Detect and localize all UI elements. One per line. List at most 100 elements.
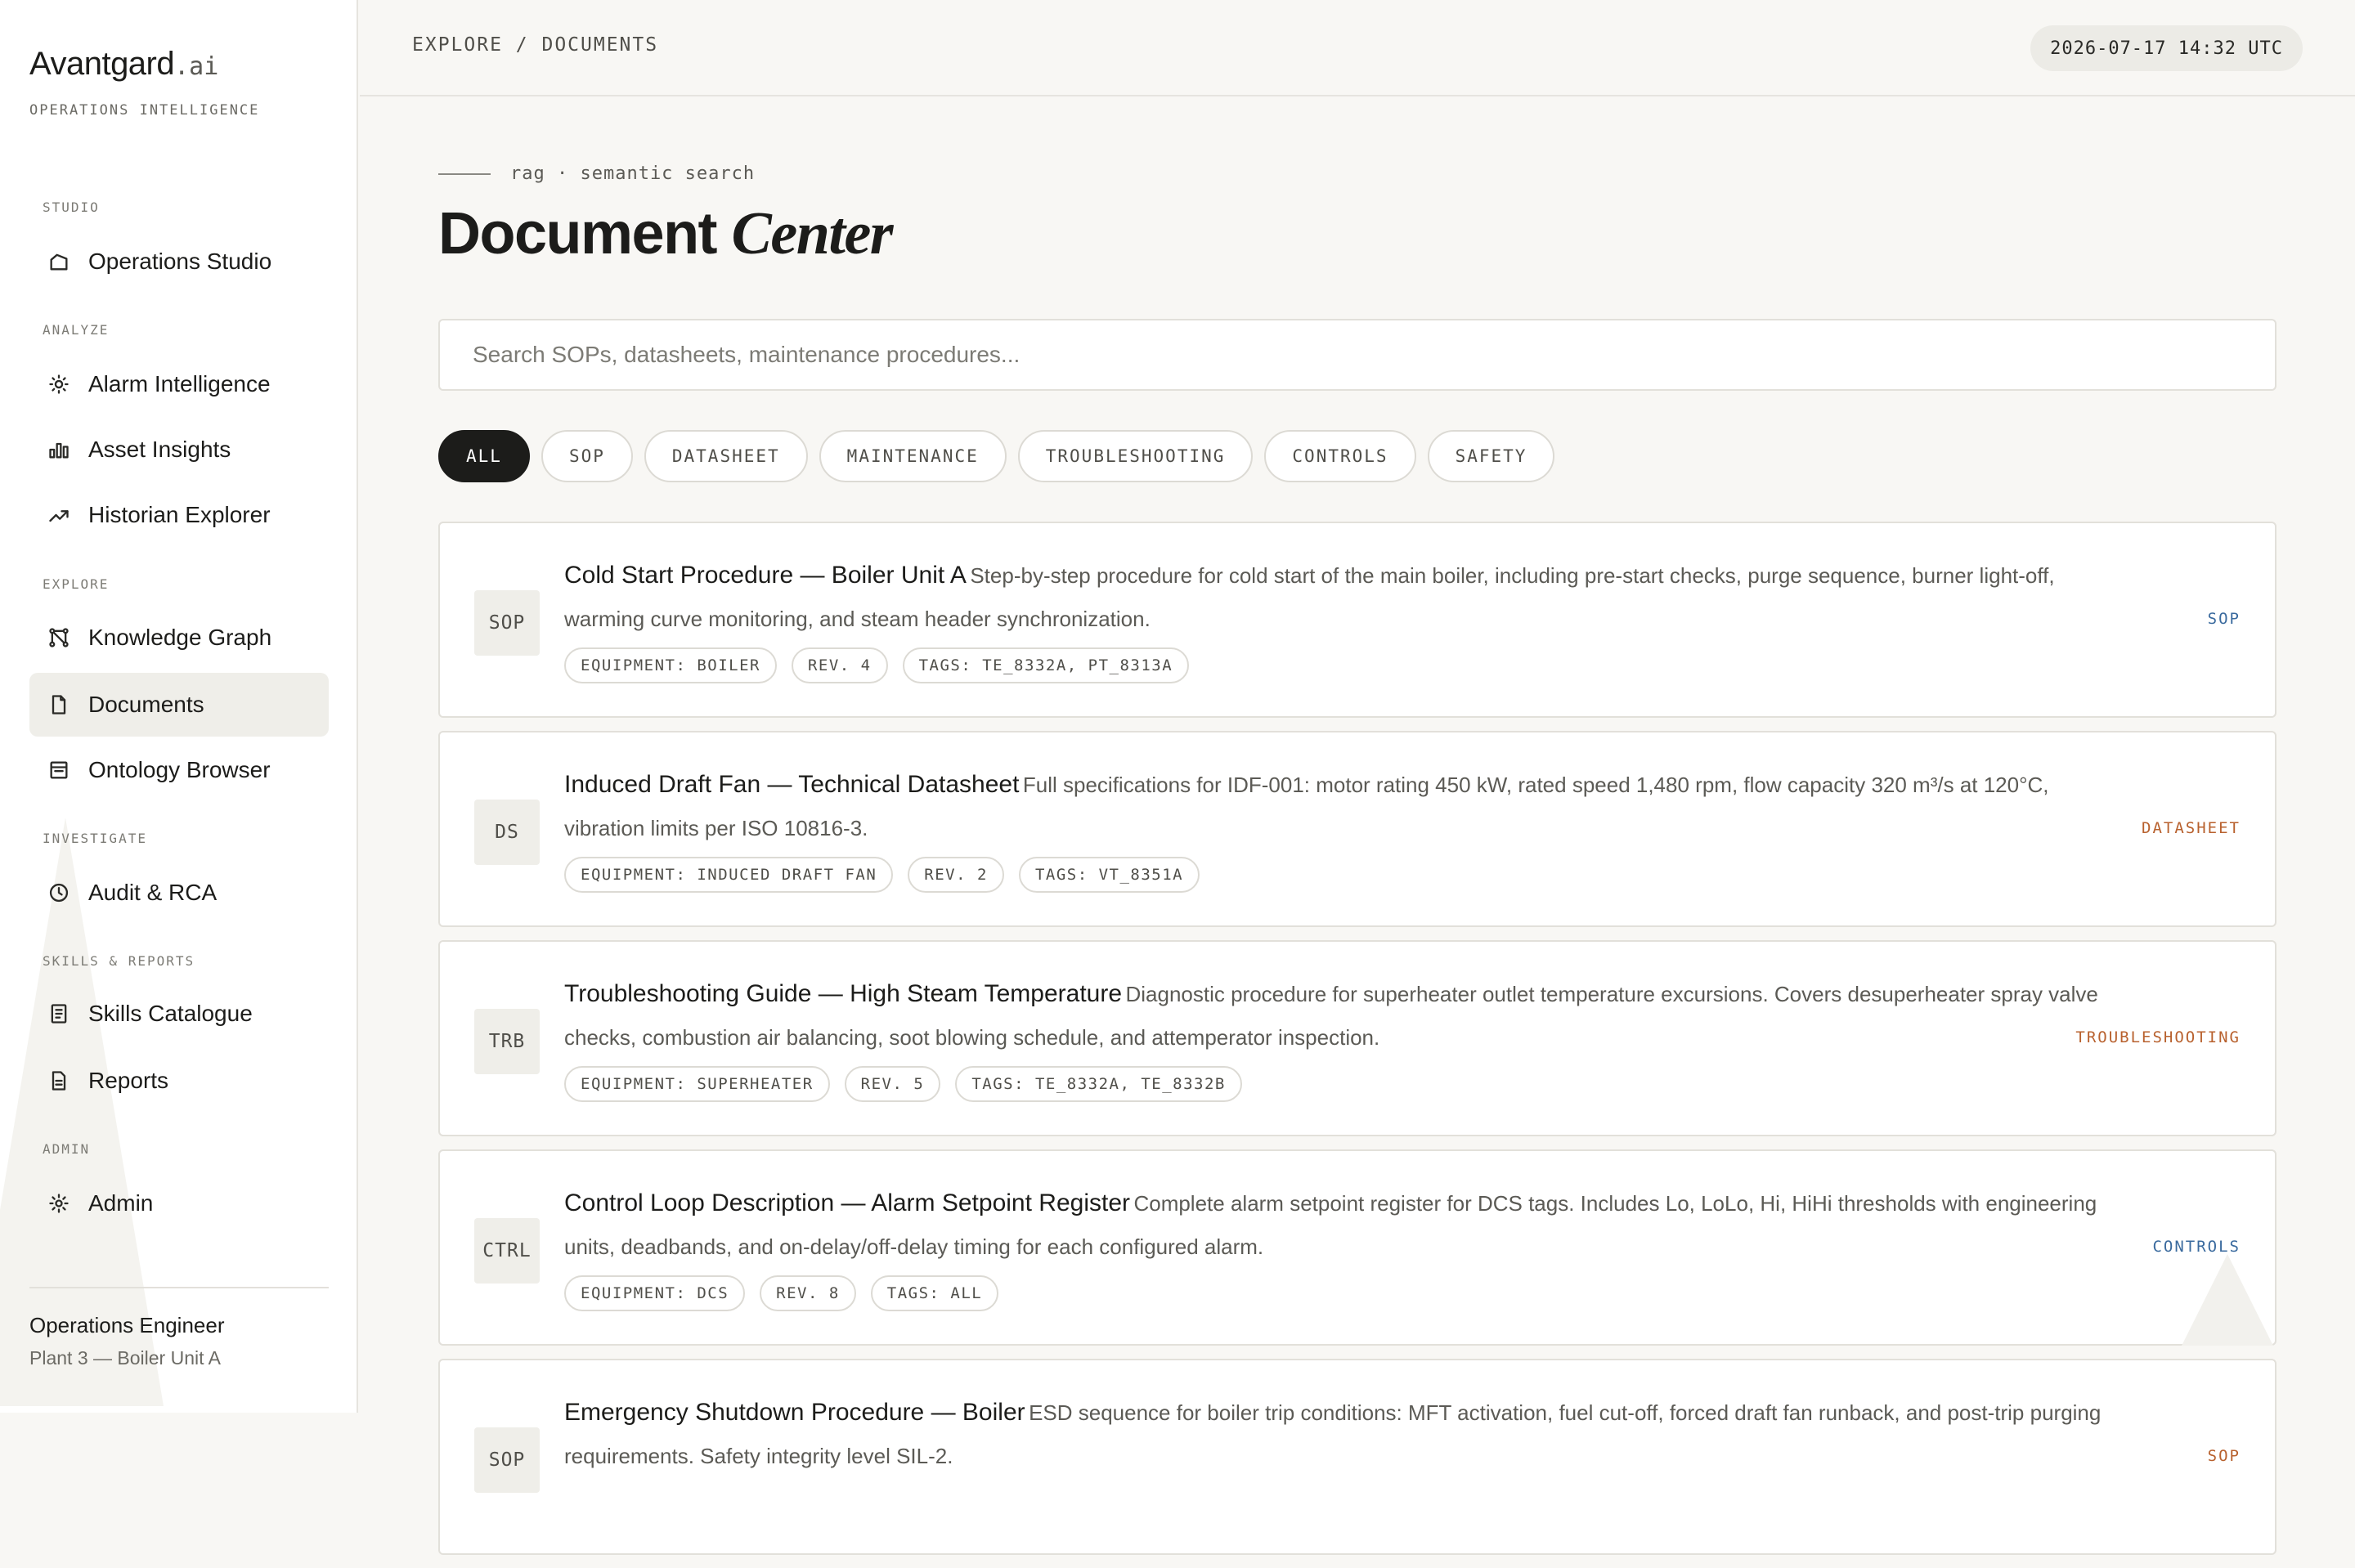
graph-nodes-icon [46, 625, 72, 651]
document-type-badge: SOP [474, 1427, 540, 1493]
sidebar-item-label: Operations Studio [88, 249, 272, 274]
revision-tag: REV. 8 [760, 1275, 856, 1311]
sidebar-item-label: Historian Explorer [88, 502, 271, 527]
filter-chip-all[interactable]: ALL [438, 430, 530, 482]
sidebar-item-label: Skills Catalogue [88, 1001, 253, 1026]
tags-tag: TAGS: TE_8332A, PT_8313A [902, 647, 1190, 683]
sidebar-item-asset-insights[interactable]: Asset Insights [29, 418, 329, 482]
timestamp-badge: 2026-07-17 14:32 UTC [2030, 25, 2303, 71]
page-eyebrow: rag · semantic search [438, 164, 755, 184]
brand-logo[interactable]: Avantgard.ai OPERATIONS INTELLIGENCE [29, 46, 259, 119]
eyebrow-rule [438, 172, 491, 175]
document-type-badge: SOP [474, 590, 540, 656]
document-card[interactable]: DS Induced Draft Fan — Technical Datashe… [438, 731, 2276, 927]
sidebar-item-label: Alarm Intelligence [88, 371, 271, 396]
document-meta: EQUIPMENT: BOILER REV. 4 TAGS: TE_8332A,… [564, 647, 1190, 683]
tags-tag: TAGS: ALL [870, 1275, 999, 1311]
sidebar-item-label: Reports [88, 1068, 169, 1093]
background-decoration [2182, 1254, 2273, 1346]
sidebar-item-historian-explorer[interactable]: Historian Explorer [29, 483, 329, 547]
document-title[interactable]: Cold Start Procedure — Boiler Unit A [564, 562, 967, 589]
sidebar-item-admin[interactable]: Admin [29, 1172, 329, 1235]
equipment-tag: EQUIPMENT: DCS [564, 1275, 746, 1311]
nav-group-studio: STUDIO [43, 199, 100, 215]
document-text: Emergency Shutdown Procedure — Boiler ES… [564, 1393, 2134, 1480]
sidebar-item-label: Admin [88, 1190, 154, 1216]
gear-icon [46, 1190, 72, 1216]
document-category: SOP [2207, 610, 2241, 628]
document-icon [46, 692, 72, 718]
document-text: Induced Draft Fan — Technical Datasheet … [564, 765, 2134, 852]
sidebar-item-operations-studio[interactable]: Operations Studio [29, 230, 329, 293]
document-category: SOP [2207, 1447, 2241, 1465]
top-bar: EXPLORE / DOCUMENTS 2026-07-17 14:32 UTC [360, 0, 2355, 96]
document-title[interactable]: Emergency Shutdown Procedure — Boiler [564, 1399, 1025, 1426]
user-role[interactable]: Operations Engineer [29, 1313, 224, 1338]
document-card[interactable]: CTRL Control Loop Description — Alarm Se… [438, 1149, 2276, 1346]
nav-group-explore: EXPLORE [43, 576, 110, 592]
document-text: Control Loop Description — Alarm Setpoin… [564, 1184, 2134, 1270]
search-input[interactable] [438, 319, 2276, 391]
document-card[interactable]: SOP Cold Start Procedure — Boiler Unit A… [438, 522, 2276, 718]
sidebar: Avantgard.ai OPERATIONS INTELLIGENCE STU… [0, 0, 358, 1413]
filter-chip-sop[interactable]: SOP [541, 430, 633, 482]
document-category: CONTROLS [2152, 1238, 2241, 1256]
brand-name: Avantgard [29, 46, 175, 82]
filter-chip-maintenance[interactable]: MAINTENANCE [819, 430, 1007, 482]
catalogue-icon [46, 1001, 72, 1027]
trend-line-icon [46, 502, 72, 528]
revision-tag: REV. 5 [844, 1066, 941, 1102]
sidebar-item-label: Asset Insights [88, 437, 231, 462]
document-card[interactable]: SOP Emergency Shutdown Procedure — Boile… [438, 1359, 2276, 1555]
sidebar-item-ontology-browser[interactable]: Ontology Browser [29, 738, 329, 802]
browser-window-icon [46, 757, 72, 783]
sidebar-divider [29, 1287, 329, 1288]
brand-tagline: OPERATIONS INTELLIGENCE [29, 102, 260, 119]
tags-tag: TAGS: TE_8332A, TE_8332B [955, 1066, 1242, 1102]
document-title[interactable]: Control Loop Description — Alarm Setpoin… [564, 1189, 1130, 1216]
equipment-tag: EQUIPMENT: SUPERHEATER [564, 1066, 830, 1102]
equipment-tag: EQUIPMENT: INDUCED DRAFT FAN [564, 857, 894, 893]
nav-group-admin: ADMIN [43, 1141, 91, 1157]
user-site: Plant 3 — Boiler Unit A [29, 1347, 221, 1369]
sidebar-item-alarm-intelligence[interactable]: Alarm Intelligence [29, 352, 329, 416]
sidebar-item-label: Audit & RCA [88, 880, 218, 905]
document-text: Cold Start Procedure — Boiler Unit A Ste… [564, 556, 2134, 643]
document-meta: EQUIPMENT: DCS REV. 8 TAGS: ALL [564, 1275, 999, 1311]
document-meta: EQUIPMENT: SUPERHEATER REV. 5 TAGS: TE_8… [564, 1066, 1242, 1102]
sidebar-item-audit-rca[interactable]: Audit & RCA [29, 861, 329, 925]
page-title-italic: Center [731, 200, 894, 267]
filter-chip-datasheet[interactable]: DATASHEET [644, 430, 808, 482]
nav-group-skills-reports: SKILLS & REPORTS [43, 953, 195, 969]
page-title-main: Document [438, 201, 718, 267]
document-category: DATASHEET [2142, 819, 2241, 837]
document-list: SOP Cold Start Procedure — Boiler Unit A… [438, 522, 2276, 1568]
filter-chip-troubleshooting[interactable]: TROUBLESHOOTING [1017, 430, 1254, 482]
filter-chips: ALL SOP DATASHEET MAINTENANCE TROUBLESHO… [438, 430, 1555, 482]
sidebar-item-reports[interactable]: Reports [29, 1049, 329, 1113]
document-type-badge: TRB [474, 1009, 540, 1074]
eyebrow-text: rag · semantic search [510, 164, 756, 184]
sidebar-item-label: Ontology Browser [88, 757, 271, 782]
clock-icon [46, 880, 72, 906]
sidebar-item-knowledge-graph[interactable]: Knowledge Graph [29, 606, 329, 670]
document-title[interactable]: Induced Draft Fan — Technical Datasheet [564, 771, 1019, 798]
filter-chip-controls[interactable]: CONTROLS [1264, 430, 1416, 482]
nav-group-investigate: INVESTIGATE [43, 831, 147, 846]
filter-chip-safety[interactable]: SAFETY [1427, 430, 1555, 482]
tags-tag: TAGS: VT_8351A [1018, 857, 1200, 893]
revision-tag: REV. 4 [791, 647, 888, 683]
nav-group-analyze: ANALYZE [43, 322, 110, 338]
document-title[interactable]: Troubleshooting Guide — High Steam Tempe… [564, 980, 1122, 1007]
document-type-badge: DS [474, 800, 540, 865]
home-icon [46, 249, 72, 275]
document-card[interactable]: TRB Troubleshooting Guide — High Steam T… [438, 940, 2276, 1136]
document-text: Troubleshooting Guide — High Steam Tempe… [564, 974, 2134, 1061]
sidebar-item-documents[interactable]: Documents [29, 673, 329, 737]
sidebar-item-label: Documents [88, 692, 204, 717]
breadcrumb: EXPLORE / DOCUMENTS [412, 34, 659, 56]
page-title: Document Center [438, 199, 894, 269]
sidebar-item-label: Knowledge Graph [88, 625, 272, 650]
document-type-badge: CTRL [474, 1218, 540, 1284]
sidebar-item-skills-catalogue[interactable]: Skills Catalogue [29, 982, 329, 1046]
